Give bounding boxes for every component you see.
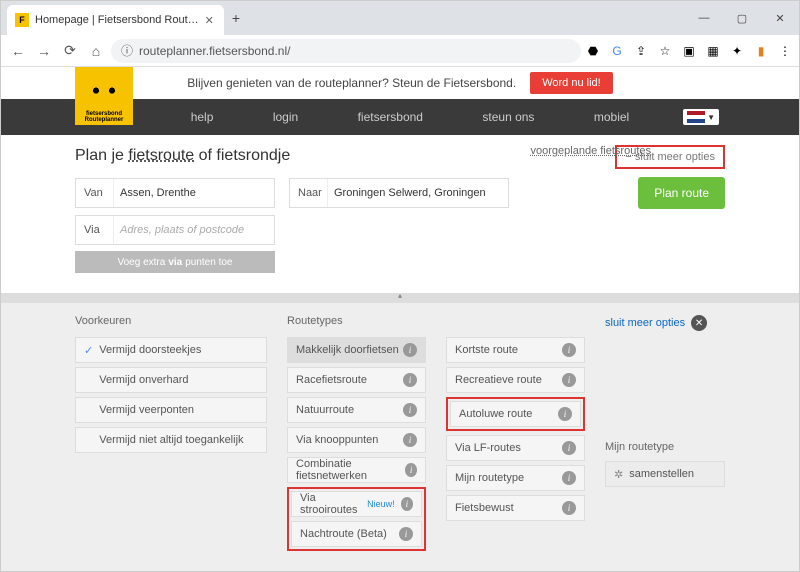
url-text: routeplanner.fietsersbond.nl/ [139, 44, 290, 58]
routetype-option[interactable]: Via strooiroutesNieuw!i [291, 491, 422, 517]
nav-fietsersbond[interactable]: fietsersbond [358, 110, 423, 124]
compose-routetype-button[interactable]: ✲ samenstellen [605, 461, 725, 487]
ext-icon[interactable]: ⬣ [585, 43, 601, 59]
reload-button[interactable]: ⟳ [59, 40, 81, 62]
page-title: Plan je fietsroute of fietsrondje [75, 147, 290, 165]
nav-steun[interactable]: steun ons [482, 110, 534, 124]
add-via-button[interactable]: Voeg extra via punten toe [75, 251, 275, 273]
info-icon[interactable]: i [558, 407, 572, 421]
flag-nl-icon [687, 111, 705, 123]
address-bar[interactable]: ⓘ routeplanner.fietsersbond.nl/ [111, 39, 581, 63]
info-icon[interactable]: i [403, 373, 417, 387]
menu-icon[interactable]: ⋮ [777, 43, 793, 59]
favicon-icon: F [15, 13, 29, 27]
info-icon[interactable]: i [562, 343, 576, 357]
puzzle-icon[interactable]: ✦ [729, 43, 745, 59]
nav-login[interactable]: login [273, 110, 298, 124]
nav-mobiel[interactable]: mobiel [594, 110, 629, 124]
routetype-option[interactable]: Natuurroutei [287, 397, 426, 423]
info-icon[interactable]: i [562, 441, 576, 455]
pref-option[interactable]: ✓Vermijd onverhard [75, 367, 267, 393]
pref-option[interactable]: ✓Vermijd veerponten [75, 397, 267, 423]
routetype-option[interactable]: Kortste routei [446, 337, 585, 363]
chevron-down-icon: ▼ [707, 113, 715, 122]
from-field[interactable]: Van Assen, Drenthe [75, 178, 275, 208]
via-field[interactable]: Via Adres, plaats of postcode [75, 215, 275, 245]
logo[interactable]: fietsersbond Routeplanner [75, 67, 133, 125]
routetype-option[interactable]: Nachtroute (Beta)i [291, 521, 422, 547]
window-close-button[interactable]: ✕ [761, 3, 799, 33]
info-icon[interactable]: i [399, 527, 413, 541]
lock-icon: ⓘ [121, 42, 133, 59]
cta-button[interactable]: Word nu lid! [530, 72, 613, 94]
info-icon[interactable]: i [401, 497, 413, 511]
routetype-option[interactable]: Makkelijk doorfietseni [287, 337, 426, 363]
info-icon[interactable]: i [403, 433, 417, 447]
routetype-option[interactable]: Autoluwe routei [450, 401, 581, 427]
pref-option[interactable]: ✓Vermijd doorsteekjes [75, 337, 267, 363]
plan-route-button[interactable]: Plan route [638, 177, 725, 209]
collapse-handle[interactable] [1, 293, 799, 303]
routetype-option[interactable]: Recreatieve routei [446, 367, 585, 393]
language-select[interactable]: ▼ [683, 109, 719, 125]
nav-help[interactable]: help [191, 110, 214, 124]
gear-icon: ✲ [614, 468, 623, 481]
routetype-option[interactable]: Via LF-routesi [446, 435, 585, 461]
ext-icon[interactable]: ▮ [753, 43, 769, 59]
close-icon[interactable]: ✕ [205, 14, 214, 27]
forward-button[interactable]: → [33, 40, 55, 62]
minimize-button[interactable]: — [685, 3, 723, 33]
routetype-option[interactable]: Mijn routetypei [446, 465, 585, 491]
to-field[interactable]: Naar Groningen Selwerd, Groningen [289, 178, 509, 208]
tab-title: Homepage | Fietsersbond Rout… [35, 14, 199, 26]
back-button[interactable]: ← [7, 40, 29, 62]
support-msg: Blijven genieten van de routeplanner? St… [187, 76, 516, 90]
ext-icon[interactable]: ▦ [705, 43, 721, 59]
new-tab-button[interactable]: + [232, 10, 240, 26]
home-button[interactable]: ⌂ [85, 40, 107, 62]
star-icon[interactable]: ☆ [657, 43, 673, 59]
routetype-option[interactable]: Racefietsroutei [287, 367, 426, 393]
info-icon[interactable]: i [562, 373, 576, 387]
pref-option[interactable]: ✓Vermijd niet altijd toegankelijk [75, 427, 267, 453]
close-options-link[interactable]: sluit meer opties ✕ [605, 315, 725, 331]
ext-icon[interactable]: ▣ [681, 43, 697, 59]
info-icon[interactable]: i [405, 463, 417, 477]
info-icon[interactable]: i [403, 403, 417, 417]
routetypes-header: Routetypes [287, 315, 426, 327]
routetype-option[interactable]: Via knooppunteni [287, 427, 426, 453]
pre-planned-link[interactable]: voorgeplande fietsroutes [531, 145, 651, 157]
routetype-option[interactable]: Combinatie fietsnetwerkeni [287, 457, 426, 483]
ext-icon[interactable]: G [609, 43, 625, 59]
maximize-button[interactable]: ▢ [723, 3, 761, 33]
routetype-option[interactable]: Fietsbewusti [446, 495, 585, 521]
info-icon[interactable]: i [403, 343, 417, 357]
ext-icon[interactable]: ⇪ [633, 43, 649, 59]
voorkeuren-header: Voorkeuren [75, 315, 267, 327]
info-icon[interactable]: i [562, 471, 576, 485]
close-icon: ✕ [691, 315, 707, 331]
browser-tab[interactable]: F Homepage | Fietsersbond Rout… ✕ [7, 5, 224, 35]
my-routetype-header: Mijn routetype [605, 441, 725, 453]
info-icon[interactable]: i [562, 501, 576, 515]
